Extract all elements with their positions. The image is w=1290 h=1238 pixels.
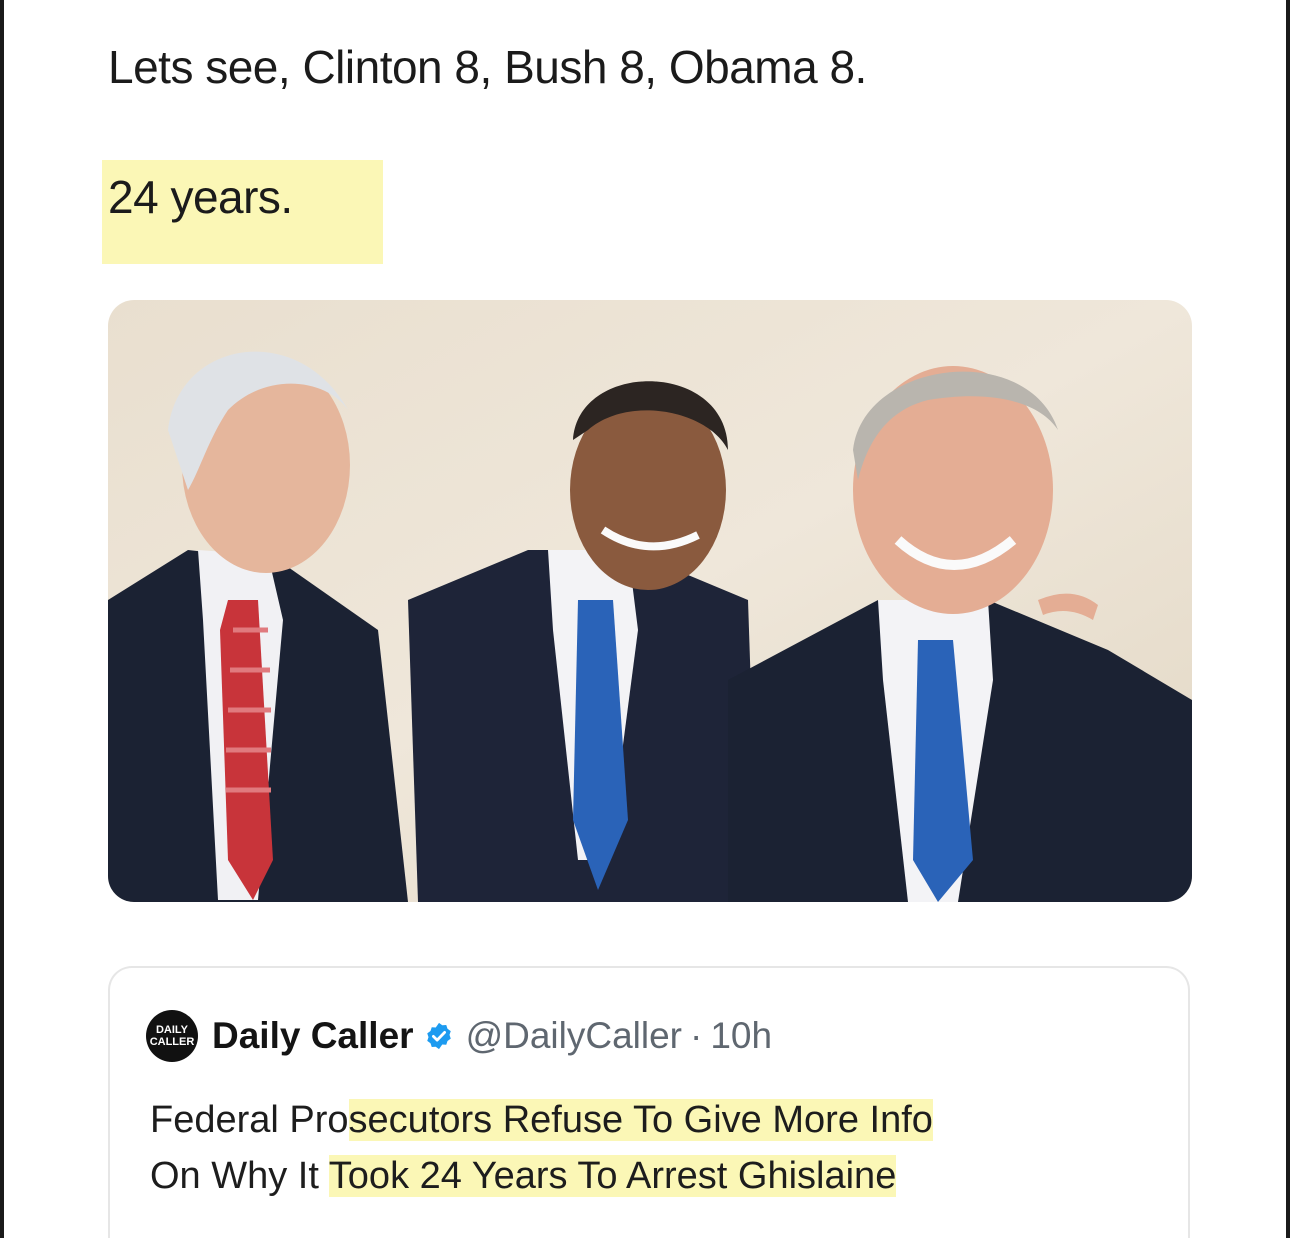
post-text-line-2-highlighted: 24 years. bbox=[102, 160, 383, 264]
avatar-logo: DAILY CALLER bbox=[149, 1024, 195, 1048]
highlight: secutors Refuse To Give More Info bbox=[348, 1099, 933, 1141]
quoted-tweet-card[interactable]: DAILY CALLER Daily Caller @DailyCaller · … bbox=[108, 966, 1190, 1238]
display-name[interactable]: Daily Caller bbox=[212, 1015, 414, 1057]
timestamp[interactable]: 10h bbox=[710, 1015, 772, 1057]
quoted-tweet-body: Federal Prosecutors Refuse To Give More … bbox=[150, 1092, 1170, 1204]
body-line-2: On Why It Took 24 Years To Arrest Ghisla… bbox=[150, 1155, 897, 1197]
separator-dot: · bbox=[690, 1015, 703, 1056]
photo-three-men-laughing bbox=[108, 300, 1192, 902]
highlight: Took 24 Years To Arrest Ghislaine bbox=[328, 1155, 897, 1197]
post-text-line-1: Lets see, Clinton 8, Bush 8, Obama 8. bbox=[108, 41, 867, 93]
quoted-tweet-header: DAILY CALLER Daily Caller @DailyCaller · … bbox=[146, 1010, 772, 1062]
verified-badge-icon bbox=[424, 1021, 454, 1051]
screenshot-frame: Lets see, Clinton 8, Bush 8, Obama 8. 24… bbox=[4, 0, 1286, 1238]
body-line-1: Federal Prosecutors Refuse To Give More … bbox=[150, 1099, 933, 1141]
handle[interactable]: @DailyCaller bbox=[466, 1015, 682, 1057]
post-photo[interactable] bbox=[108, 300, 1192, 902]
avatar[interactable]: DAILY CALLER bbox=[146, 1010, 198, 1062]
